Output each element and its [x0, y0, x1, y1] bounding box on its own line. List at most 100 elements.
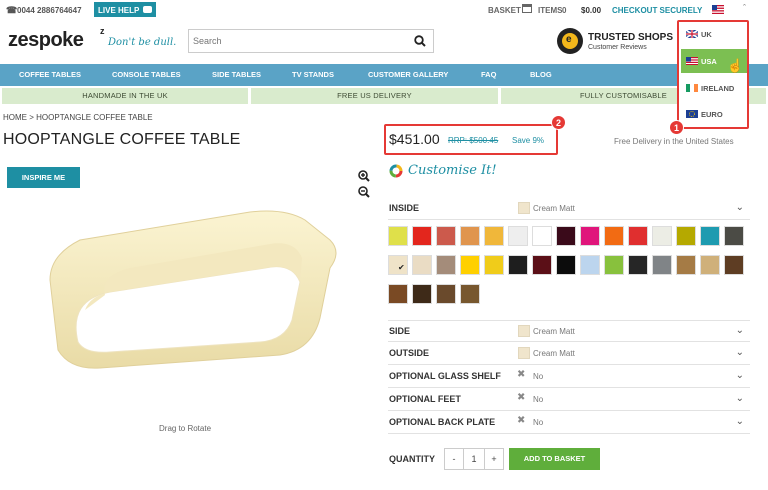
colour-wheel-icon — [389, 164, 403, 178]
option-inside-value: Cream Matt — [533, 204, 575, 213]
currency-option-usa[interactable]: USA ☝ — [681, 49, 747, 73]
close-icon: ✖ — [517, 392, 526, 403]
option-glass-value: No — [533, 372, 544, 381]
colour-swatch[interactable] — [628, 255, 648, 275]
checkout-link[interactable]: CHECKOUT SECURELY — [612, 6, 702, 15]
colour-swatch[interactable] — [676, 226, 696, 246]
breadcrumb-separator: > — [29, 113, 34, 122]
colour-swatch[interactable] — [532, 226, 552, 246]
add-to-basket-button[interactable]: ADD TO BASKET — [509, 448, 600, 470]
delivery-info: Free Delivery in the United States — [614, 137, 734, 146]
chevron-down-icon[interactable]: ⌄ — [736, 325, 744, 336]
colour-swatch[interactable] — [604, 255, 624, 275]
colour-swatch[interactable] — [412, 255, 432, 275]
colour-swatch[interactable] — [652, 255, 672, 275]
colour-swatch[interactable] — [724, 255, 744, 275]
nav-console-tables[interactable]: CONSOLE TABLES — [112, 64, 181, 86]
chevron-down-icon[interactable]: ⌄ — [736, 416, 744, 427]
option-feet[interactable]: OPTIONAL FEET ✖ No ⌄ — [388, 389, 750, 411]
colour-swatch[interactable] — [508, 255, 528, 275]
chevron-down-icon[interactable]: ⌄ — [736, 202, 744, 213]
option-side[interactable]: SIDE Cream Matt ⌄ — [388, 320, 750, 342]
product-3d-viewer[interactable] — [30, 200, 345, 380]
zoom-out-icon[interactable] — [358, 186, 370, 198]
currency-option-uk[interactable]: UK — [679, 22, 747, 47]
nav-faq[interactable]: FAQ — [481, 64, 496, 86]
chevron-down-icon[interactable]: ⌄ — [736, 370, 744, 381]
search-icon[interactable] — [414, 35, 426, 47]
currency-dropdown: UK USA ☝ IRELAND EURO — [677, 20, 749, 129]
breadcrumb-home[interactable]: HOME — [3, 113, 27, 122]
chevron-down-icon[interactable]: ⌄ — [736, 347, 744, 358]
usp-handmade: HANDMADE IN THE UK — [2, 88, 248, 104]
colour-swatch[interactable] — [460, 284, 480, 304]
live-help-button[interactable]: LIVE HELP — [94, 2, 156, 17]
chat-icon — [143, 6, 152, 13]
usp-free-delivery: FREE US DELIVERY — [251, 88, 498, 104]
chevron-down-icon[interactable]: ⌄ — [736, 393, 744, 404]
colour-swatch[interactable] — [436, 255, 456, 275]
quantity-minus-button[interactable]: - — [445, 449, 464, 469]
currency-usa-label: USA — [701, 57, 717, 66]
colour-swatch[interactable] — [508, 226, 528, 246]
basket-label[interactable]: BASKET — [488, 6, 521, 15]
phone-number[interactable]: 0044 2886764647 — [17, 6, 82, 15]
colour-swatch[interactable] — [724, 226, 744, 246]
colour-swatch[interactable] — [436, 226, 456, 246]
breadcrumb: HOME > HOOPTANGLE COFFEE TABLE — [3, 113, 153, 122]
main-nav: COFFEE TABLES CONSOLE TABLES SIDE TABLES… — [0, 64, 768, 86]
colour-swatch[interactable] — [388, 226, 408, 246]
colour-swatch[interactable] — [676, 255, 696, 275]
colour-swatch[interactable] — [604, 226, 624, 246]
currency-option-ireland[interactable]: IRELAND — [679, 76, 747, 100]
colour-swatch[interactable] — [436, 284, 456, 304]
currency-ireland-label: IRELAND — [701, 84, 735, 93]
option-back-plate[interactable]: OPTIONAL BACK PLATE ✖ No ⌄ — [388, 412, 750, 434]
basket-total: $0.00 — [581, 6, 602, 15]
save-percent: Save 9% — [512, 136, 545, 145]
nav-side-tables[interactable]: SIDE TABLES — [212, 64, 261, 86]
colour-swatch[interactable] — [484, 226, 504, 246]
trusted-shops-logo-icon[interactable]: e — [557, 28, 583, 54]
option-glass-shelf[interactable]: OPTIONAL GLASS SHELF ✖ No ⌄ — [388, 366, 750, 388]
basket-icon[interactable] — [522, 4, 532, 13]
currency-option-euro[interactable]: EURO — [679, 102, 747, 126]
site-logo[interactable]: zespoke — [8, 29, 84, 52]
quantity-input[interactable]: 1 — [464, 449, 484, 469]
nav-tv-stands[interactable]: TV STANDS — [292, 64, 334, 86]
colour-swatch[interactable] — [532, 255, 552, 275]
colour-swatch[interactable] — [412, 284, 432, 304]
colour-swatch[interactable] — [388, 284, 408, 304]
inspire-me-button[interactable]: INSPIRE ME — [7, 167, 80, 188]
trusted-shops-title[interactable]: TRUSTED SHOPS — [588, 32, 673, 43]
nav-customer-gallery[interactable]: CUSTOMER GALLERY — [368, 64, 448, 86]
colour-swatch[interactable] — [460, 255, 480, 275]
option-back-label: OPTIONAL BACK PLATE — [389, 417, 496, 427]
usa-flag-icon[interactable] — [712, 5, 724, 14]
top-bar: ☎ 0044 2886764647 LIVE HELP BASKET ITEMS… — [0, 0, 768, 20]
colour-swatch[interactable] — [460, 226, 480, 246]
search-input[interactable] — [193, 33, 403, 49]
colour-swatch[interactable] — [580, 226, 600, 246]
colour-swatch[interactable] — [556, 255, 576, 275]
option-inside[interactable]: INSIDE Cream Matt ⌄ — [388, 198, 750, 220]
colour-swatch[interactable] — [652, 226, 672, 246]
colour-swatch[interactable] — [628, 226, 648, 246]
option-inside-label: INSIDE — [389, 203, 420, 213]
zoom-in-icon[interactable] — [358, 170, 370, 182]
colour-swatch[interactable] — [484, 255, 504, 275]
colour-swatch[interactable] — [412, 226, 432, 246]
colour-swatch[interactable] — [556, 226, 576, 246]
option-side-value: Cream Matt — [533, 327, 575, 336]
colour-swatch[interactable] — [580, 255, 600, 275]
selected-check-icon: ✔ — [398, 263, 405, 272]
colour-swatch[interactable] — [700, 226, 720, 246]
usa-flag-icon — [686, 57, 698, 65]
quantity-plus-button[interactable]: + — [484, 449, 503, 469]
nav-coffee-tables[interactable]: COFFEE TABLES — [19, 64, 81, 86]
chevron-up-icon[interactable]: ˆ — [743, 3, 746, 13]
nav-blog[interactable]: BLOG — [530, 64, 552, 86]
option-outside[interactable]: OUTSIDE Cream Matt ⌄ — [388, 343, 750, 365]
colour-swatch[interactable] — [700, 255, 720, 275]
eu-flag-icon — [686, 110, 698, 118]
